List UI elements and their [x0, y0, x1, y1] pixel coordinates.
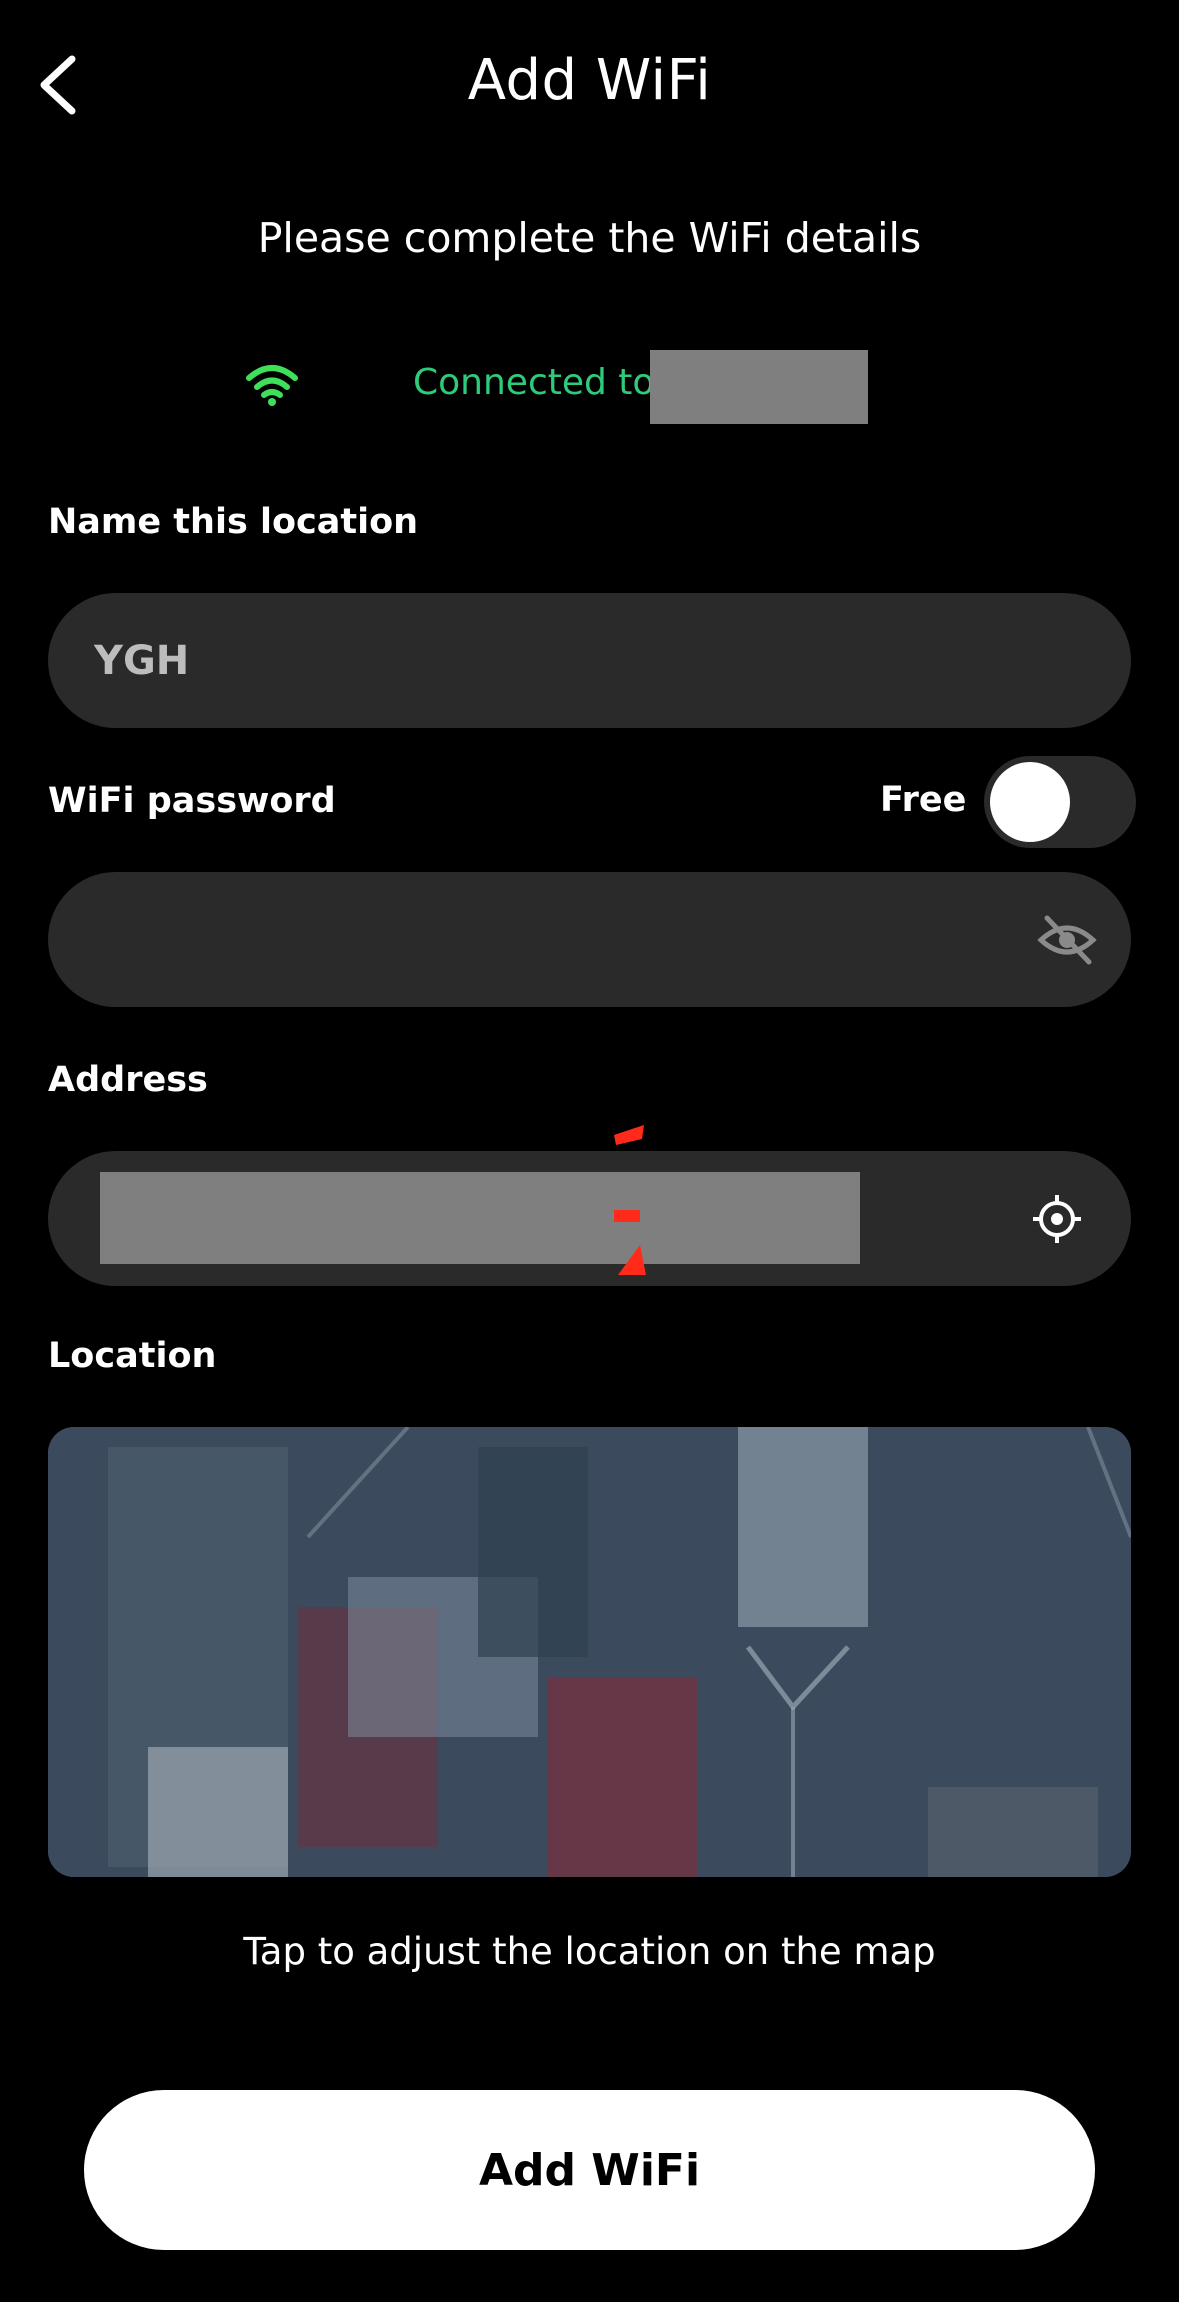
address-label: Address [48, 1060, 208, 1100]
location-name-input[interactable] [92, 593, 956, 728]
page-title: Add WiFi [467, 48, 712, 113]
crosshair-target-icon[interactable] [1031, 1193, 1083, 1245]
free-label: Free [880, 780, 967, 820]
redacted-address [100, 1172, 860, 1264]
location-name-label: Name this location [48, 502, 419, 542]
redaction-mark [614, 1125, 646, 1275]
connected-text: Connected to [413, 362, 655, 403]
location-label: Location [48, 1336, 217, 1376]
eye-off-icon[interactable] [1037, 910, 1097, 970]
free-toggle[interactable] [984, 756, 1136, 848]
wifi-password-label: WiFi password [48, 781, 336, 821]
location-map[interactable] [48, 1427, 1131, 1877]
wifi-icon [246, 365, 298, 406]
page-subtitle: Please complete the WiFi details [257, 214, 922, 262]
redacted-network-name [650, 350, 868, 424]
wifi-password-input[interactable] [92, 872, 956, 1007]
map-obscured-image [48, 1427, 1131, 1877]
add-wifi-button[interactable]: Add WiFi [84, 2090, 1095, 2250]
wifi-password-field[interactable] [48, 872, 1131, 1007]
connection-status: Connected to [0, 350, 1179, 430]
map-caption: Tap to adjust the location on the map [243, 1930, 936, 1973]
toggle-knob [990, 762, 1070, 842]
header: Add WiFi [0, 0, 1179, 165]
location-name-field[interactable] [48, 593, 1131, 728]
